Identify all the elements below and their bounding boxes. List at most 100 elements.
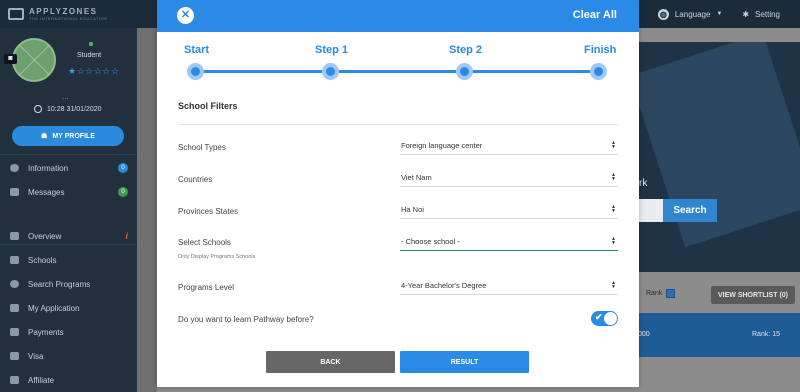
back-button[interactable]: BACK bbox=[266, 351, 395, 373]
toggle-knob bbox=[604, 312, 617, 325]
sidebar-item-visa[interactable]: Visa bbox=[10, 349, 128, 363]
logo-icon bbox=[8, 8, 24, 20]
hero-banner bbox=[634, 42, 800, 272]
sidebar: ◙ Student ★☆☆☆☆☆ ... 10:28 31/01/2020 ☗ … bbox=[0, 28, 137, 392]
language-menu[interactable]: ◍ Language ▼ bbox=[657, 8, 723, 20]
sidebar-item-label: Overview bbox=[28, 231, 62, 241]
sidebar-item-payments[interactable]: Payments bbox=[10, 325, 128, 339]
step-dot-step-2[interactable] bbox=[456, 63, 473, 80]
view-shortlist-button[interactable]: VIEW SHORTLIST (0) bbox=[711, 286, 795, 304]
rank-label: Rank bbox=[646, 290, 663, 297]
sort-caret-icon: ▲ ▼ bbox=[611, 280, 616, 290]
step-progress-track bbox=[195, 70, 599, 73]
step-label-step-1[interactable]: Step 1 bbox=[315, 44, 348, 56]
programs-level-select[interactable]: 4-Year Bachelor's Degree ▲ ▼ bbox=[400, 277, 618, 295]
chat-icon bbox=[10, 188, 19, 196]
chevron-down-icon: ▼ bbox=[716, 11, 723, 17]
divider bbox=[0, 244, 137, 245]
logo-text: APPLYZONES bbox=[29, 7, 98, 16]
info-icon bbox=[10, 164, 19, 172]
language-label: Language bbox=[674, 9, 711, 19]
field-label-programs-level: Programs Level bbox=[178, 283, 235, 292]
my-profile-button[interactable]: ☗ MY PROFILE bbox=[12, 126, 124, 146]
user-icon: ☗ bbox=[41, 133, 48, 140]
avatar[interactable] bbox=[12, 38, 56, 82]
main-content-edge bbox=[137, 28, 157, 392]
setting-label: Setting bbox=[755, 9, 780, 19]
section-title: School Filters bbox=[178, 101, 238, 111]
camera-icon[interactable]: ◙ bbox=[4, 54, 17, 64]
school-filter-modal: ✕ Clear All Start Step 1 Step 2 Finish S… bbox=[157, 0, 639, 387]
select-value: - Choose school - bbox=[401, 237, 460, 246]
online-status-icon bbox=[89, 42, 93, 46]
logo[interactable]: APPLYZONES THE INTERNATIONAL EDUCATION bbox=[8, 7, 108, 21]
count-badge: 0 bbox=[118, 187, 128, 197]
sidebar-item-search-programs[interactable]: Search Programs bbox=[10, 277, 128, 291]
visa-icon bbox=[10, 352, 19, 360]
step-label-step-2[interactable]: Step 2 bbox=[449, 44, 482, 56]
sidebar-item-messages[interactable]: Messages 0 bbox=[10, 185, 128, 199]
rank-sort[interactable]: Rank bbox=[646, 289, 676, 298]
step-label-finish[interactable]: Finish bbox=[584, 44, 616, 56]
globe-icon: ◍ bbox=[657, 8, 669, 20]
step-dot-start[interactable] bbox=[187, 63, 204, 80]
pathway-question: Do you want to learn Pathway before? bbox=[178, 315, 314, 324]
sidebar-item-label: Affiliate bbox=[28, 375, 55, 385]
payment-icon bbox=[10, 328, 19, 336]
info-mark-icon: i bbox=[125, 231, 128, 241]
user-role: Student bbox=[77, 52, 102, 59]
sidebar-item-label: Information bbox=[28, 163, 69, 173]
result-value: 000 bbox=[638, 331, 650, 338]
countries-select[interactable]: Viet Nam ▲ ▼ bbox=[400, 169, 618, 187]
step-label-start[interactable]: Start bbox=[184, 44, 209, 56]
my-profile-label: MY PROFILE bbox=[52, 132, 95, 140]
sidebar-item-label: Messages bbox=[28, 187, 65, 197]
sidebar-item-schools[interactable]: Schools bbox=[10, 253, 128, 267]
hero-text: rk bbox=[639, 178, 648, 189]
check-icon: ✔ bbox=[595, 312, 603, 322]
step-dot-finish[interactable] bbox=[590, 63, 607, 80]
select-value: 4-Year Bachelor's Degree bbox=[401, 281, 487, 290]
sidebar-item-label: Search Programs bbox=[28, 279, 91, 289]
school-icon bbox=[10, 256, 19, 264]
divider bbox=[0, 154, 137, 155]
sort-caret-icon: ▲ ▼ bbox=[611, 204, 616, 214]
datetime: 10:28 31/01/2020 bbox=[47, 105, 102, 113]
sidebar-item-overview[interactable]: Overview i bbox=[10, 229, 128, 243]
close-icon[interactable]: ✕ bbox=[177, 7, 194, 24]
home-icon bbox=[10, 232, 19, 240]
field-sublabel-select-schools: Only Display Programs Schools bbox=[178, 254, 256, 260]
result-button[interactable]: RESULT bbox=[400, 351, 529, 373]
field-label-school-types: School Types bbox=[178, 143, 226, 152]
sidebar-item-label: Schools bbox=[28, 255, 57, 265]
rank-sort-icon bbox=[666, 289, 676, 298]
school-types-select[interactable]: Foreign language center ▲ ▼ bbox=[400, 137, 618, 155]
user-name: ... bbox=[62, 92, 69, 101]
select-schools-select[interactable]: - Choose school - ▲ ▼ bbox=[400, 233, 618, 251]
sidebar-item-label: My Application bbox=[28, 303, 80, 313]
count-badge: 0 bbox=[118, 163, 128, 173]
field-label-provinces-states: Provinces States bbox=[178, 207, 239, 216]
application-icon bbox=[10, 304, 19, 312]
clear-all-button[interactable]: Clear All bbox=[573, 9, 617, 21]
sidebar-item-affiliate[interactable]: Affiliate bbox=[10, 373, 128, 387]
sort-caret-icon: ▲ ▼ bbox=[611, 172, 616, 182]
logo-tagline: THE INTERNATIONAL EDUCATION bbox=[29, 16, 108, 21]
search-icon bbox=[10, 280, 19, 288]
field-label-countries: Countries bbox=[178, 175, 213, 184]
hero-search-button[interactable]: Search bbox=[663, 199, 717, 222]
select-value: Viet Nam bbox=[401, 173, 432, 182]
field-label-select-schools: Select Schools bbox=[178, 238, 231, 247]
modal-header: ✕ Clear All bbox=[157, 0, 639, 32]
datetime-row: 10:28 31/01/2020 bbox=[34, 105, 102, 113]
step-dot-step-1[interactable] bbox=[322, 63, 339, 80]
setting-menu[interactable]: ✱ Setting bbox=[742, 10, 780, 19]
sidebar-item-my-application[interactable]: My Application bbox=[10, 301, 128, 315]
provinces-states-select[interactable]: Ha Noi ▲ ▼ bbox=[400, 201, 618, 219]
sidebar-item-label: Payments bbox=[28, 327, 64, 337]
hero-search-input[interactable] bbox=[637, 199, 663, 222]
sidebar-item-information[interactable]: Information 0 bbox=[10, 161, 128, 175]
sort-caret-icon: ▲ ▼ bbox=[611, 236, 616, 246]
pathway-toggle[interactable]: ✔ bbox=[591, 311, 618, 326]
select-value: Ha Noi bbox=[401, 205, 424, 214]
